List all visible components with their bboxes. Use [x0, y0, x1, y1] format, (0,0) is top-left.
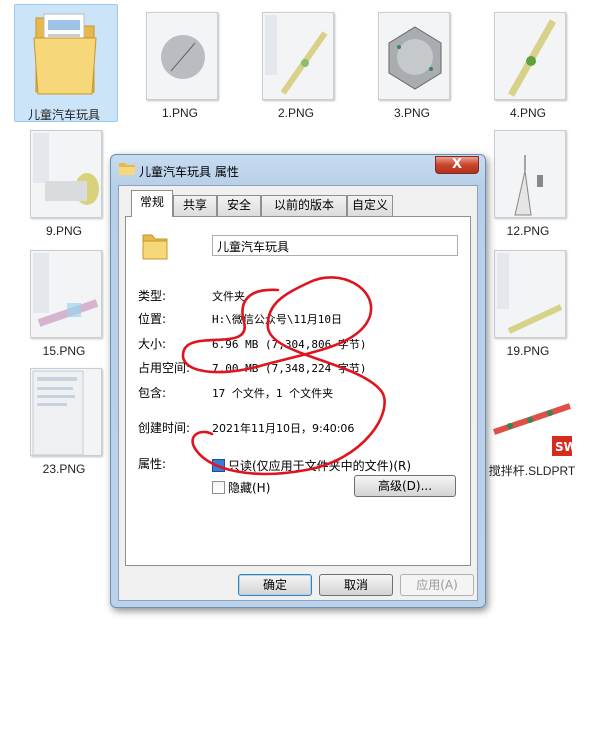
file-tile[interactable]: 1.PNG [128, 4, 232, 122]
contains-value: 17 个文件，1 个文件夹 [212, 387, 334, 400]
image-thumbnail [262, 12, 334, 100]
file-name: 2.PNG [277, 106, 314, 120]
tab-security[interactable]: 安全 [217, 195, 261, 216]
file-tile[interactable]: 9.PNG [12, 122, 116, 240]
file-tile-folder[interactable]: 儿童汽车玩具 [12, 4, 118, 122]
tab-previous-versions[interactable]: 以前的版本 [261, 195, 347, 216]
hidden-label[interactable]: 隐藏(H) [228, 479, 270, 496]
tab-customize[interactable]: 自定义 [347, 195, 393, 216]
file-name: 1.PNG [161, 106, 198, 120]
image-thumbnail [378, 12, 450, 100]
ok-button[interactable]: 确定 [238, 574, 312, 596]
tab-sharing[interactable]: 共享 [173, 195, 217, 216]
hidden-checkbox[interactable] [212, 481, 225, 494]
svg-text:SW: SW [555, 440, 574, 454]
file-name: 12.PNG [506, 224, 550, 238]
file-tile[interactable]: 3.PNG [360, 4, 464, 122]
close-button[interactable]: X [435, 156, 479, 174]
readonly-checkbox[interactable] [212, 459, 225, 472]
folder-icon [142, 234, 168, 260]
divider [138, 407, 458, 408]
created-label: 创建时间: [138, 421, 191, 435]
file-name: 4.PNG [509, 106, 546, 120]
type-value: 文件夹 [212, 290, 245, 303]
apply-button[interactable]: 应用(A) [400, 574, 474, 596]
tab-general[interactable]: 常规 [131, 190, 173, 217]
image-thumbnail [30, 250, 102, 338]
disk-size-value: 7.00 MB (7,348,224 字节) [212, 362, 367, 375]
dialog-client: 常规 共享 安全 以前的版本 自定义 儿童汽车玩具 类型: 文件夹 位置: H:… [118, 185, 478, 601]
folder-icon [33, 13, 97, 95]
image-thumbnail [146, 12, 218, 100]
properties-dialog: 儿童汽车玩具 属性 X 常规 共享 安全 以前的版本 自定义 儿童汽车玩具 类型… [110, 154, 486, 608]
file-tile[interactable]: 12.PNG [476, 122, 580, 240]
general-panel: 儿童汽车玩具 类型: 文件夹 位置: H:\微信公众号\11月10日 大小: 6… [125, 216, 471, 566]
folder-name-input[interactable]: 儿童汽车玩具 [212, 235, 458, 256]
file-name: 19.PNG [506, 344, 550, 358]
file-tile[interactable]: 2.PNG [244, 4, 348, 122]
file-tile[interactable]: 4.PNG [476, 4, 580, 122]
file-name: 儿童汽车玩具 [27, 108, 100, 122]
contains-label: 包含: [138, 386, 167, 400]
image-thumbnail: SW [490, 368, 574, 456]
file-name: 3.PNG [393, 106, 430, 120]
attributes-label: 属性: [138, 457, 167, 471]
advanced-button[interactable]: 高级(D)... [354, 475, 456, 497]
dialog-titlebar[interactable]: 儿童汽车玩具 属性 X [111, 155, 485, 185]
image-thumbnail [30, 368, 102, 456]
image-thumbnail [494, 250, 566, 338]
folder-icon [119, 163, 135, 175]
type-label: 类型: [138, 289, 167, 303]
file-name: 搅拌杆.SLDPRT [488, 464, 576, 478]
image-thumbnail [494, 130, 566, 218]
location-label: 位置: [138, 312, 167, 326]
file-name: 9.PNG [45, 224, 82, 238]
file-name: 15.PNG [42, 344, 86, 358]
image-thumbnail [494, 12, 566, 100]
readonly-label[interactable]: 只读(仅应用于文件夹中的文件)(R) [228, 457, 411, 474]
file-tile[interactable]: 15.PNG [12, 242, 116, 360]
image-thumbnail [30, 130, 102, 218]
file-tile[interactable]: 19.PNG [476, 242, 580, 360]
divider [138, 275, 458, 276]
disk-size-label: 占用空间: [138, 361, 191, 375]
divider [138, 441, 458, 442]
file-name: 23.PNG [42, 462, 86, 476]
created-value: 2021年11月10日，9:40:06 [212, 422, 355, 435]
size-label: 大小: [138, 337, 167, 351]
size-value: 6.96 MB (7,304,806 字节) [212, 338, 367, 351]
file-tile[interactable]: SW 搅拌杆.SLDPRT [480, 360, 584, 478]
dialog-title: 儿童汽车玩具 属性 [139, 165, 239, 179]
location-value: H:\微信公众号\11月10日 [212, 313, 342, 326]
file-tile[interactable]: 23.PNG [12, 360, 116, 478]
cancel-button[interactable]: 取消 [319, 574, 393, 596]
